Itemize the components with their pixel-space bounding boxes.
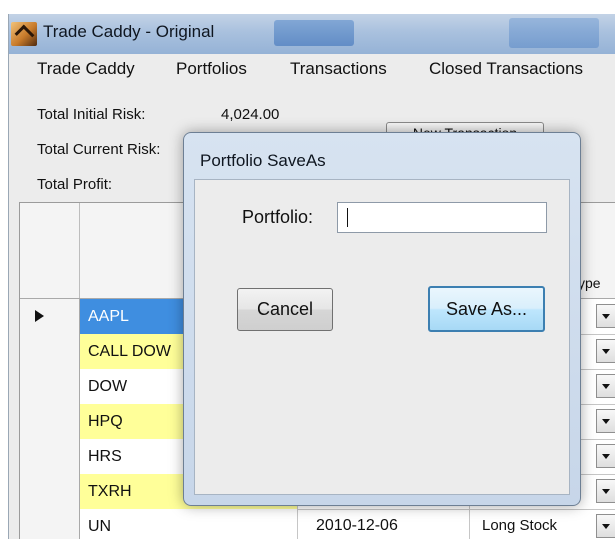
dropdown-arrow-icon[interactable]	[596, 304, 615, 328]
portfolio-name-input[interactable]	[337, 202, 547, 233]
total-initial-risk-value: 4,024.00	[221, 106, 280, 123]
dropdown-arrow-icon[interactable]	[596, 444, 615, 468]
title-bar[interactable]: Trade Caddy - Original	[9, 14, 615, 54]
menu-closed-transactions[interactable]: Closed Transactions	[429, 59, 583, 79]
dialog-title: Portfolio SaveAs	[200, 151, 326, 170]
row-header[interactable]	[20, 439, 80, 474]
row-header[interactable]	[20, 474, 80, 509]
dropdown-arrow-icon[interactable]	[596, 514, 615, 538]
type-cell[interactable]: Long Stock	[470, 509, 588, 539]
dropdown-arrow-icon[interactable]	[596, 374, 615, 398]
cancel-button[interactable]: Cancel	[237, 288, 333, 331]
dropdown-arrow-icon[interactable]	[596, 339, 615, 363]
total-initial-risk-label: Total Initial Risk:	[37, 106, 146, 123]
row-header[interactable]	[20, 299, 80, 334]
type-column-header[interactable]: ype	[578, 275, 601, 291]
date-cell[interactable]: 2010-12-06	[312, 509, 470, 539]
text-caret	[347, 208, 348, 227]
row-header[interactable]	[20, 509, 80, 539]
dropdown-arrow-icon[interactable]	[596, 409, 615, 433]
title-bar-glass	[509, 18, 599, 48]
menu-transactions[interactable]: Transactions	[290, 59, 387, 79]
window-title: Trade Caddy - Original	[43, 22, 215, 41]
row-header[interactable]	[20, 404, 80, 439]
save-as-button[interactable]: Save As...	[428, 286, 545, 332]
menu-trade-caddy[interactable]: Trade Caddy	[37, 59, 135, 79]
table-row[interactable]: UN 2010-12-06 Long Stock	[20, 509, 615, 539]
portfolio-label: Portfolio:	[242, 207, 314, 227]
row-header[interactable]	[20, 334, 80, 369]
total-current-risk-label: Total Current Risk:	[37, 141, 161, 158]
total-profit-label: Total Profit:	[37, 176, 113, 193]
menu-portfolios[interactable]: Portfolios	[176, 59, 247, 79]
menu-bar: Trade Caddy Portfolios Transactions Clos…	[9, 59, 615, 85]
symbol-cell[interactable]: UN	[80, 509, 298, 539]
title-bar-glass	[274, 20, 354, 46]
dialog-body: Portfolio: Cancel Save As...	[194, 179, 570, 495]
dropdown-arrow-icon[interactable]	[596, 479, 615, 503]
row-header[interactable]	[20, 369, 80, 404]
header-separator	[79, 203, 80, 298]
portfolio-saveas-dialog: Portfolio SaveAs Portfolio: Cancel Save …	[183, 132, 581, 506]
app-icon	[11, 22, 37, 46]
row-pointer-icon	[35, 310, 44, 322]
